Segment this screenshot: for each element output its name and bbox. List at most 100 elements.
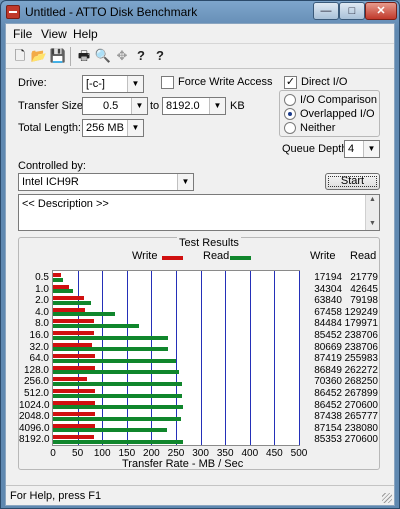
y-tick-label: 2048.0	[19, 411, 50, 423]
y-tick-label: 64.0	[29, 353, 49, 365]
write-bar	[53, 377, 87, 382]
start-button[interactable]: Start	[325, 173, 380, 190]
new-file-icon[interactable]: 🗋	[11, 47, 29, 65]
grid-line	[201, 271, 202, 445]
read-bar	[53, 312, 116, 317]
description-box[interactable]: << Description >> ▲ ▼	[18, 194, 380, 231]
overlapped-io-radio[interactable]	[284, 108, 296, 120]
read-bar	[53, 405, 183, 410]
menu-help[interactable]: Help	[73, 27, 98, 41]
y-tick-label: 4096.0	[19, 422, 50, 434]
close-button[interactable]: ✕	[365, 2, 397, 20]
status-text: For Help, press F1	[10, 490, 102, 502]
read-value: 238706	[344, 330, 378, 341]
direct-io-label: Direct I/O	[301, 76, 348, 88]
read-bar	[53, 335, 168, 340]
write-value: 80669	[314, 341, 342, 353]
controlled-by-value: Intel ICH9R	[22, 176, 79, 188]
scroll-up-icon[interactable]: ▲	[369, 196, 376, 203]
overlapped-io-label: Overlapped I/O	[300, 108, 375, 120]
y-tick-label: 256.0	[23, 376, 49, 388]
y-tick-label: 8192.0	[19, 434, 50, 446]
write-value: 86452	[314, 399, 342, 411]
transfer-to-value: 8192.0	[166, 100, 200, 112]
read-bar	[53, 289, 74, 294]
grid-line	[225, 271, 226, 445]
write-value: 87438	[314, 411, 342, 423]
client-area: File View Help 🗋 📂 💾 🖶 🔍 ✥ ? ? Drive: [-…	[5, 23, 395, 506]
grid-line	[250, 271, 251, 445]
write-bar	[53, 400, 95, 405]
app-icon[interactable]	[6, 5, 20, 19]
maximize-button[interactable]: □	[339, 2, 365, 20]
read-value: 267899	[344, 388, 378, 399]
write-bar	[53, 319, 94, 324]
write-bar	[53, 273, 62, 277]
write-value: 63840	[314, 295, 342, 307]
chevron-down-icon: ▼	[131, 98, 147, 114]
write-value: 84484	[314, 318, 342, 330]
neither-radio[interactable]	[284, 122, 296, 134]
read-value: 79198	[350, 295, 378, 307]
write-bar	[53, 435, 94, 440]
move-icon[interactable]: ✥	[113, 47, 131, 65]
total-length-value: 256 MB	[86, 122, 124, 134]
help-icon[interactable]: ?	[132, 47, 150, 65]
open-folder-icon[interactable]: 📂	[30, 47, 48, 65]
read-legend-swatch	[230, 256, 251, 260]
chevron-down-icon: ▼	[209, 98, 225, 114]
y-tick-label: 2.0	[35, 295, 49, 307]
read-value: 238706	[344, 341, 378, 353]
drive-select[interactable]: [-c-] ▼	[82, 75, 144, 93]
menu-bar: File View Help	[6, 24, 394, 43]
resize-grip[interactable]	[382, 493, 392, 503]
read-bar	[53, 428, 168, 433]
direct-io-checkbox[interactable]: ✓	[284, 76, 297, 89]
controlled-by-select[interactable]: Intel ICH9R ▼	[18, 173, 194, 191]
read-value: 129249	[344, 306, 378, 318]
read-legend-label: Read	[203, 250, 230, 262]
total-length-select[interactable]: 256 MB ▼	[82, 119, 144, 137]
read-value: 21779	[350, 272, 378, 283]
io-comparison-label: I/O Comparison	[300, 94, 378, 106]
y-tick-label: 512.0	[23, 388, 49, 399]
menu-file[interactable]: File	[13, 27, 32, 41]
write-bar	[53, 296, 84, 301]
title-bar[interactable]: Untitled - ATTO Disk Benchmark — □ ✕	[1, 1, 399, 23]
transfer-size-label: Transfer Size:	[18, 100, 87, 112]
transfer-rate-plot	[52, 270, 300, 446]
write-bar	[53, 354, 95, 359]
write-bar	[53, 412, 95, 417]
test-results-title: Test Results	[177, 237, 241, 249]
y-tick-label: 1024.0	[19, 399, 50, 411]
read-value: 262272	[344, 364, 378, 376]
write-bar	[53, 389, 95, 393]
chevron-down-icon: ▼	[177, 174, 193, 190]
write-value: 86452	[314, 388, 342, 399]
force-write-checkbox[interactable]	[161, 76, 174, 89]
print-preview-icon[interactable]: 🔍	[94, 47, 112, 65]
save-icon[interactable]: 💾	[49, 47, 67, 65]
transfer-size-to-select[interactable]: 8192.0 ▼	[162, 97, 226, 115]
scroll-down-icon[interactable]: ▼	[369, 220, 376, 227]
transfer-from-value: 0.5	[103, 100, 119, 112]
x-tick-label: 500	[290, 448, 308, 459]
y-tick-label: 1.0	[35, 283, 49, 295]
write-value: 70360	[314, 376, 342, 388]
queue-depth-label: Queue Depth:	[282, 143, 351, 155]
description-scrollbar[interactable]: ▲ ▼	[365, 195, 379, 230]
write-value: 87154	[314, 422, 342, 434]
menu-view[interactable]: View	[41, 27, 67, 41]
write-bar	[53, 423, 95, 428]
io-comparison-radio[interactable]	[284, 94, 296, 106]
read-value: 270600	[344, 399, 378, 411]
transfer-size-from-select[interactable]: 0.5 ▼	[82, 97, 148, 115]
write-bar	[53, 307, 86, 312]
write-value: 67458	[314, 306, 342, 318]
write-column-header: Write	[310, 250, 336, 262]
context-help-icon[interactable]: ?	[151, 47, 169, 65]
print-icon[interactable]: 🖶	[75, 47, 93, 65]
minimize-button[interactable]: —	[313, 2, 339, 20]
queue-depth-select[interactable]: 4 ▼	[344, 140, 380, 158]
write-bar	[53, 365, 95, 370]
